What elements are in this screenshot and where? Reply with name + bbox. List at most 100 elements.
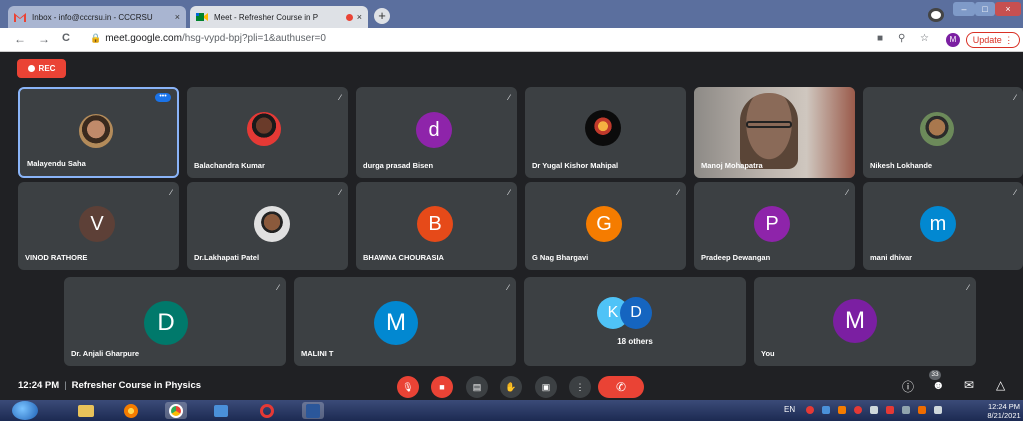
participant-tile[interactable]: ∕ B BHAWNA CHOURASIA [356, 182, 517, 270]
chrome-icon[interactable] [165, 402, 187, 419]
participant-tile[interactable]: ∕ G G Nag Bhargavi [525, 182, 686, 270]
participant-initial: B [417, 206, 453, 242]
captions-icon: ▤ [472, 381, 482, 392]
people-icon[interactable]: ☻ [932, 378, 945, 392]
more-options-icon[interactable]: ••• [155, 93, 171, 102]
tab-close-icon[interactable]: × [357, 12, 362, 22]
volume-icon[interactable] [870, 406, 878, 414]
participant-tile[interactable]: ∕ P Pradeep Dewangan [694, 182, 855, 270]
tab-gmail-inbox[interactable]: Inbox - info@cccrsu.in - CCCRSU × [8, 6, 186, 28]
maximize-button[interactable]: □ [975, 2, 995, 16]
url-field[interactable]: 🔒 meet.google.com/hsg-vypd-bpj?pli=1&auth… [90, 33, 326, 44]
others-initial: D [620, 297, 652, 329]
recording-indicator-icon [345, 13, 353, 21]
participant-initial: M [374, 301, 418, 345]
participant-tile[interactable]: ∕ D Dr. Anjali Gharpure [64, 277, 286, 366]
zoom-icon[interactable]: ⚲ [898, 33, 905, 44]
clock-time: 12:24 PM [987, 402, 1021, 411]
firefox-icon[interactable] [120, 402, 142, 419]
profile-indicator-icon[interactable] [928, 8, 944, 22]
meeting-details-icon[interactable]: ⓘ [902, 378, 914, 395]
meet-icon [196, 12, 208, 22]
participant-tile[interactable]: ∕ m mani dhivar [863, 182, 1023, 270]
mic-off-icon: ∕ [508, 188, 510, 197]
language-indicator[interactable]: EN [784, 405, 795, 414]
people-count-badge: 33 [929, 370, 941, 380]
participant-initial: G [586, 206, 622, 242]
participant-tile[interactable]: ••• Malayendu Saha [18, 87, 179, 178]
signal-icon[interactable] [934, 406, 942, 414]
more-vert-icon: ⋮ [575, 381, 585, 392]
participant-initial: d [416, 112, 452, 148]
tab-close-icon[interactable]: × [175, 12, 180, 22]
present-icon: ▣ [541, 381, 551, 392]
minimize-button[interactable]: – [953, 2, 975, 16]
menu-dots-icon: ⋮ [1004, 35, 1014, 45]
camera-toggle-button[interactable]: ■ [431, 376, 453, 398]
tray-app-icon[interactable] [806, 406, 814, 414]
participant-name: G Nag Bhargavi [532, 253, 589, 262]
reload-icon[interactable]: C [62, 32, 70, 44]
participant-video-tile[interactable]: Manoj Mohapatra [694, 87, 855, 178]
participant-tile[interactable]: Dr Yugal Kishor Mahipal [525, 87, 686, 178]
chat-icon[interactable]: ✉ [964, 378, 974, 392]
opera-icon[interactable] [256, 402, 278, 419]
participant-name: You [761, 349, 775, 358]
new-tab-button[interactable]: + [374, 8, 390, 24]
self-tile[interactable]: ∕ M You [754, 277, 976, 366]
mic-off-icon: ∕ [846, 188, 848, 197]
power-icon[interactable] [918, 406, 926, 414]
mic-off-icon: ∕ [339, 188, 341, 197]
camera-icon[interactable]: ■ [877, 33, 883, 44]
mic-toggle-button[interactable]: 🎙 [397, 376, 419, 398]
participant-tile[interactable]: ∕ Nikesh Lokhande [863, 87, 1023, 178]
participant-tile[interactable]: ∕ M MALINI T [294, 277, 516, 366]
network-icon[interactable] [886, 406, 894, 414]
mic-off-icon: ∕ [277, 283, 279, 292]
recording-badge: REC [17, 59, 66, 78]
tray-app-icon[interactable] [838, 406, 846, 414]
clock-date: 8/21/2021 [987, 411, 1021, 420]
participant-name: VINOD RATHORE [25, 253, 88, 262]
present-button[interactable]: ▣ [535, 376, 557, 398]
update-button[interactable]: Update ⋮ [966, 32, 1020, 48]
leave-call-button[interactable]: ✆ [598, 376, 644, 398]
mic-off-icon: ∕ [1014, 188, 1016, 197]
participant-tile[interactable]: ∕ d durga prasad Bisen [356, 87, 517, 178]
gmail-icon [14, 12, 26, 22]
start-button[interactable] [12, 401, 38, 420]
file-explorer-icon[interactable] [75, 402, 97, 419]
participant-name: Dr.Lakhapati Patel [194, 253, 260, 262]
tray-app-icon[interactable] [854, 406, 862, 414]
participant-avatar [254, 206, 290, 242]
participant-tile[interactable]: ∕ V VINOD RATHORE [18, 182, 179, 270]
word-icon[interactable] [302, 402, 324, 419]
flag-icon[interactable] [902, 406, 910, 414]
tab-google-meet[interactable]: Meet - Refresher Course in P × [190, 6, 368, 28]
profile-avatar[interactable]: M [946, 33, 960, 47]
others-tile[interactable]: K D 18 others [524, 277, 746, 366]
captions-button[interactable]: ▤ [466, 376, 488, 398]
media-player-icon[interactable] [210, 402, 232, 419]
participant-avatar [920, 112, 954, 146]
forward-icon[interactable]: → [38, 32, 50, 46]
meeting-title: Refresher Course in Physics [71, 380, 202, 391]
browser-titlebar: Inbox - info@cccrsu.in - CCCRSU × Meet -… [0, 0, 1023, 28]
back-icon[interactable]: ← [14, 32, 26, 46]
system-clock[interactable]: 12:24 PM 8/21/2021 [985, 402, 1023, 420]
participant-initial: V [79, 206, 115, 242]
tray-app-icon[interactable] [822, 406, 830, 414]
close-window-button[interactable]: × [995, 2, 1021, 16]
camera-off-icon: ■ [439, 382, 445, 392]
bookmark-star-icon[interactable]: ☆ [920, 33, 929, 44]
participant-name: Manoj Mohapatra [701, 161, 763, 170]
participant-name: durga prasad Bisen [363, 161, 434, 170]
video-person [740, 93, 798, 169]
raise-hand-button[interactable]: ✋ [500, 376, 522, 398]
activities-icon[interactable]: △ [996, 378, 1005, 392]
participant-tile[interactable]: ∕ Balachandra Kumar [187, 87, 348, 178]
participant-name: Balachandra Kumar [194, 161, 265, 170]
participant-tile[interactable]: ∕ Dr.Lakhapati Patel [187, 182, 348, 270]
more-options-button[interactable]: ⋮ [569, 376, 591, 398]
meet-stage: REC ••• Malayendu Saha ∕ Balachandra Kum… [0, 52, 1023, 400]
